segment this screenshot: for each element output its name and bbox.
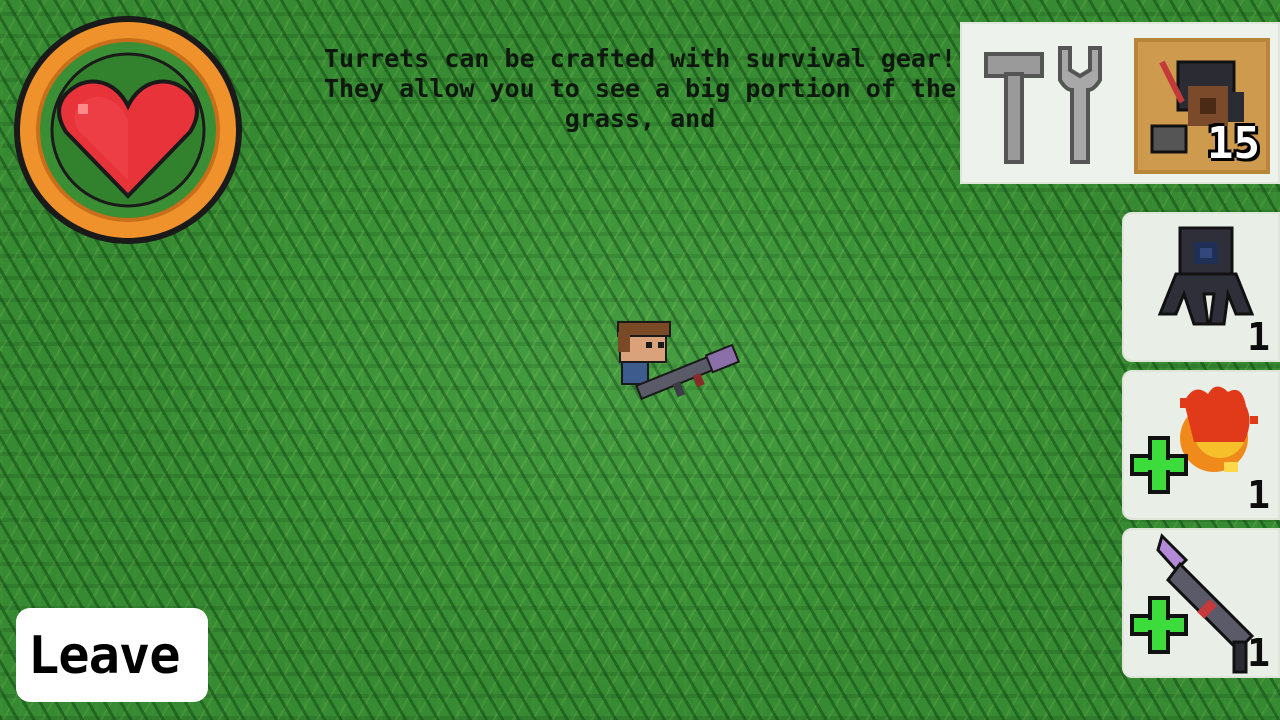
game-world[interactable]: Turrets can be crafted with survival gea…	[0, 0, 1280, 720]
hud-top-panel: 15	[960, 22, 1280, 184]
tutorial-line-3: grass, and	[564, 104, 716, 133]
inventory-slot-rocket-launcher[interactable]: 1	[1122, 528, 1280, 678]
ammo-count: 15	[1207, 118, 1260, 169]
health-indicator	[8, 10, 248, 250]
turret-count: 1	[1247, 315, 1270, 359]
leave-label: Leave	[28, 626, 181, 686]
leave-button[interactable]: Leave	[16, 608, 208, 702]
hammer-wrench-icon	[984, 46, 1102, 164]
inventory-slot-turret[interactable]: 1	[1122, 212, 1280, 362]
heart-icon	[14, 16, 242, 244]
tutorial-line-1: Turrets can be crafted with survival gea…	[323, 44, 957, 73]
fire-count: 1	[1247, 473, 1270, 517]
player-sprite	[617, 321, 741, 401]
tutorial-message: Turrets can be crafted with survival gea…	[320, 44, 960, 134]
inventory-slot-fire[interactable]: 1	[1122, 370, 1280, 520]
tutorial-line-2: They allow you to see a big portion of t…	[323, 74, 957, 103]
player-character	[612, 318, 744, 402]
rocket-launcher-count: 1	[1247, 631, 1270, 675]
rocket-ammo-slot[interactable]: 15	[1134, 38, 1270, 174]
craft-button[interactable]	[980, 40, 1110, 170]
